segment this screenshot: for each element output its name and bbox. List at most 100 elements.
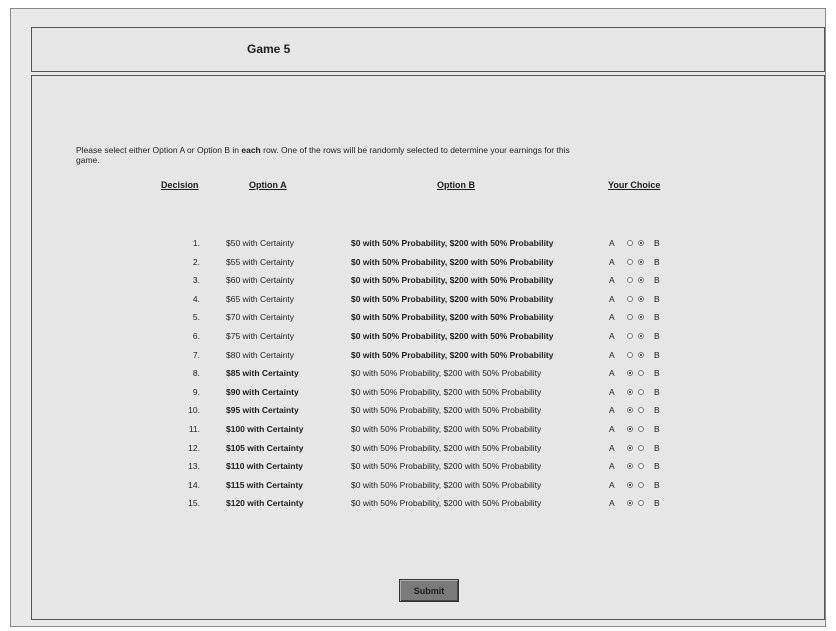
radio-option-a[interactable] — [627, 426, 633, 432]
choice-label-b: B — [654, 293, 660, 304]
decision-number: 3. — [192, 275, 200, 286]
radio-option-b[interactable] — [638, 351, 644, 358]
choice-label-b: B — [654, 405, 660, 416]
radio-option-a[interactable] — [627, 295, 633, 302]
radio-option-b[interactable] — [638, 295, 644, 302]
choice-label-b: B — [654, 238, 660, 248]
radio-option-b[interactable] — [638, 500, 644, 507]
choice-label-b: B — [654, 331, 660, 341]
radio-option-b[interactable] — [638, 333, 644, 339]
option-a-text: $95 with Certainty — [226, 405, 299, 416]
option-a-text: $120 with Certainty — [226, 498, 304, 509]
choice-label-b: B — [654, 386, 660, 397]
radio-option-a[interactable] — [627, 500, 633, 507]
choice-label-a: A — [609, 424, 615, 434]
option-a-text: $60 with Certainty — [226, 275, 295, 286]
radio-option-a[interactable] — [627, 463, 633, 470]
option-b-text: $0 with 50% Probability, $200 with 50% P… — [351, 238, 554, 248]
choice-label-a: A — [609, 275, 615, 286]
option-a-text: $65 with Certainty — [226, 293, 295, 304]
radio-option-b[interactable] — [638, 444, 644, 451]
radio-option-b[interactable] — [638, 407, 644, 414]
option-b-text: $0 with 50% Probability, $200 with 50% P… — [351, 386, 542, 397]
choice-label-a: A — [609, 349, 615, 360]
header-decision: Decision — [161, 180, 199, 190]
choice-label-b: B — [654, 442, 660, 453]
decision-row: 3. $60 with Certainty $0 with 50% Probabil… — [32, 272, 826, 290]
option-b-text: $0 with 50% Probability, $200 with 50% P… — [351, 424, 542, 434]
option-b-text: $0 with 50% Probability, $200 with 50% P… — [351, 368, 542, 379]
radio-option-b[interactable] — [638, 463, 644, 470]
decision-row: 1. $50 with Certainty $0 with 50% Probabil… — [32, 235, 826, 253]
choice-label-b: B — [654, 312, 660, 323]
instructions-before: Please select either Option A or Option … — [76, 145, 242, 155]
decision-row: 11. $100 with Certainty $0 with 50% Probab… — [32, 421, 826, 439]
choice-label-b: B — [654, 275, 660, 286]
choice-label-a: A — [609, 498, 615, 509]
choice-label-b: B — [654, 368, 660, 379]
option-b-text: $0 with 50% Probability, $200 with 50% P… — [351, 349, 554, 360]
decision-number: 8. — [192, 368, 200, 379]
choice-label-a: A — [609, 442, 615, 453]
decision-row: 2. $55 with Certainty $0 with 50% Probabil… — [32, 254, 826, 272]
radio-option-a[interactable] — [627, 351, 633, 358]
radio-option-a[interactable] — [627, 277, 633, 284]
choice-label-a: A — [609, 461, 615, 472]
decision-row: 14. $115 with Certainty $0 with 50% Probab… — [32, 477, 826, 495]
radio-option-b[interactable] — [638, 240, 644, 246]
radio-option-b[interactable] — [638, 258, 644, 265]
radio-option-b[interactable] — [638, 426, 644, 432]
radio-option-b[interactable] — [638, 481, 644, 488]
radio-option-b[interactable] — [638, 388, 644, 395]
instructions-text: Please select either Option A or Option … — [76, 145, 576, 165]
decision-row: 13. $110 with Certainty $0 with 50% Probab… — [32, 458, 826, 476]
choice-label-b: B — [654, 349, 660, 360]
header-your-choice: Your Choice — [608, 180, 661, 190]
radio-option-a[interactable] — [627, 370, 633, 377]
radio-option-b[interactable] — [638, 314, 644, 321]
submit-button[interactable]: Submit — [399, 579, 459, 602]
option-a-text: $85 with Certainty — [226, 368, 299, 379]
radio-option-b[interactable] — [638, 370, 644, 377]
decision-row: 6. $75 with Certainty $0 with 50% Probabil… — [32, 328, 826, 346]
choice-label-a: A — [609, 386, 615, 397]
option-a-text: $50 with Certainty — [226, 238, 295, 248]
game-title: Game 5 — [247, 42, 291, 56]
choice-label-a: A — [609, 479, 615, 490]
header-option-a: Option A — [249, 180, 287, 190]
choice-label-a: A — [609, 256, 615, 267]
choice-label-a: A — [609, 405, 615, 416]
option-b-text: $0 with 50% Probability, $200 with 50% P… — [351, 293, 554, 304]
decision-row: 12. $105 with Certainty $0 with 50% Probab… — [32, 440, 826, 458]
decision-number: 15. — [188, 498, 200, 509]
choice-label-a: A — [609, 293, 615, 304]
option-a-text: $100 with Certainty — [226, 424, 304, 434]
option-a-text: $90 with Certainty — [226, 386, 299, 397]
option-a-text: $55 with Certainty — [226, 256, 295, 267]
option-b-text: $0 with 50% Probability, $200 with 50% P… — [351, 256, 554, 267]
option-a-text: $75 with Certainty — [226, 331, 295, 341]
decision-row: 15. $120 with Certainty $0 with 50% Probab… — [32, 495, 826, 513]
radio-option-a[interactable] — [627, 240, 633, 246]
decision-number: 11. — [188, 424, 200, 434]
radio-option-a[interactable] — [627, 258, 633, 265]
radio-option-a[interactable] — [627, 314, 633, 321]
radio-option-a[interactable] — [627, 388, 633, 395]
radio-option-a[interactable] — [627, 481, 633, 488]
option-b-text: $0 with 50% Probability, $200 with 50% P… — [351, 312, 554, 323]
option-a-text: $105 with Certainty — [226, 442, 304, 453]
decision-row: 5. $70 with Certainty $0 with 50% Probabil… — [32, 309, 826, 327]
decision-panel: Please select either Option A or Option … — [31, 75, 825, 620]
choice-label-a: A — [609, 238, 615, 248]
radio-option-a[interactable] — [627, 333, 633, 339]
choice-label-b: B — [654, 256, 660, 267]
radio-option-a[interactable] — [627, 444, 633, 451]
decision-number: 7. — [192, 349, 200, 360]
option-a-text: $115 with Certainty — [226, 479, 304, 490]
choice-label-b: B — [654, 461, 660, 472]
choice-label-b: B — [654, 479, 660, 490]
option-a-text: $110 with Certainty — [226, 461, 304, 472]
radio-option-a[interactable] — [627, 407, 633, 414]
radio-option-b[interactable] — [638, 277, 644, 284]
instructions-emphasis: each — [241, 145, 261, 155]
